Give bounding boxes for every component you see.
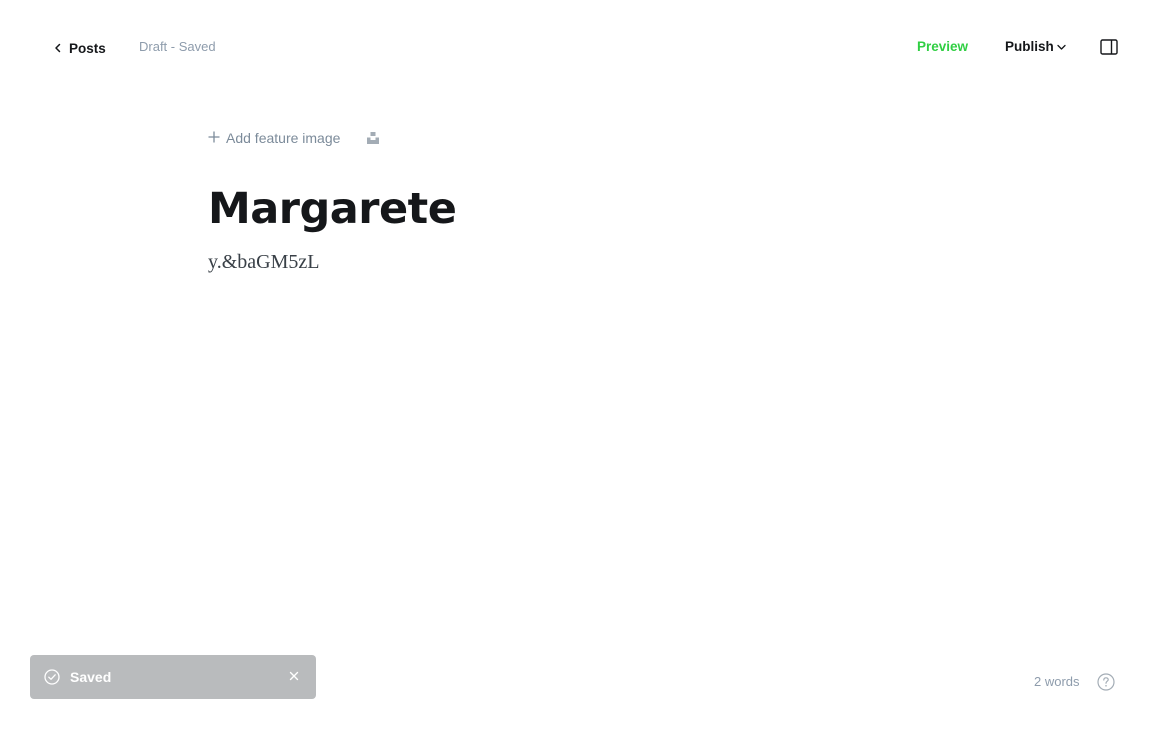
add-feature-image-label: Add feature image: [226, 130, 341, 146]
unsplash-button[interactable]: [366, 131, 380, 145]
publish-button-label: Publish: [1005, 39, 1054, 54]
publish-button[interactable]: Publish: [1005, 39, 1066, 54]
sidebar-toggle-icon: [1100, 39, 1118, 59]
check-circle-icon: [44, 669, 60, 685]
chevron-down-icon: [1057, 39, 1066, 54]
sidebar-toggle-button[interactable]: [1100, 39, 1120, 57]
toast-message: Saved: [70, 669, 112, 685]
back-link-label: Posts: [69, 40, 106, 56]
editor-header: Posts Draft - Saved Preview Publish: [0, 0, 1156, 96]
draft-status: Draft - Saved: [139, 39, 216, 54]
post-title[interactable]: Margarete: [208, 185, 948, 233]
notification-toast: Saved: [30, 655, 316, 699]
plus-icon: [208, 130, 220, 146]
toast-close-button[interactable]: [286, 669, 302, 685]
close-icon: [289, 668, 299, 686]
help-circle-icon: [1097, 673, 1115, 695]
preview-button[interactable]: Preview: [917, 39, 968, 54]
post-editor: Add feature image Margarete y.&baGM5zL: [208, 120, 948, 274]
word-count: 2 words: [1034, 674, 1080, 689]
add-feature-image-button[interactable]: Add feature image: [208, 130, 340, 146]
back-to-posts-link[interactable]: Posts: [54, 38, 106, 58]
post-body-content[interactable]: y.&baGM5zL: [208, 251, 948, 274]
chevron-left-icon: [54, 43, 62, 53]
feature-image-row: Add feature image: [208, 120, 948, 156]
unsplash-icon: [366, 132, 380, 149]
help-button[interactable]: [1097, 673, 1115, 691]
